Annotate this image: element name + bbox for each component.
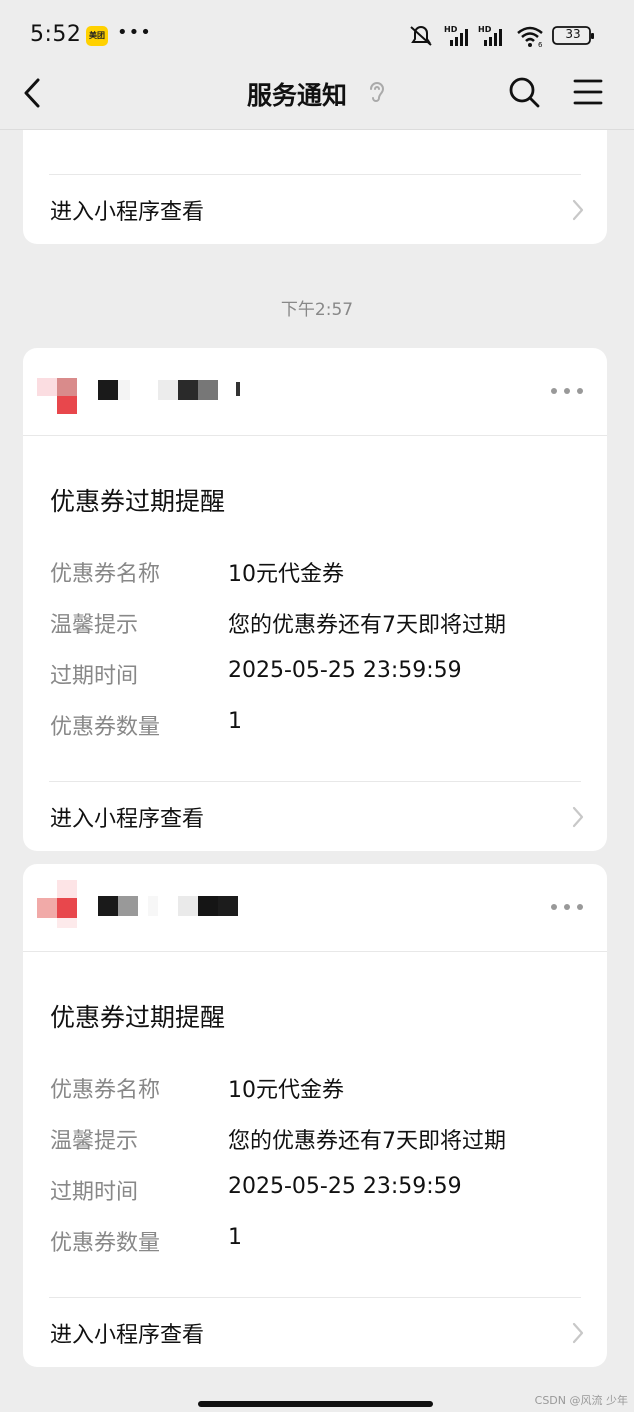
field-row: 优惠券数量 1 — [50, 709, 590, 760]
field-value: 您的优惠券还有7天即将过期 — [228, 1129, 506, 1154]
field-row: 过期时间 2025-05-25 23:59:59 — [50, 658, 590, 709]
sender-name[interactable] — [98, 380, 278, 400]
nav-bar: 服务通知 — [0, 62, 634, 130]
notice-card: 优惠券过期提醒 优惠券名称 10元代金券 温馨提示 您的优惠券还有7天即将过期 … — [23, 864, 607, 1367]
field-value: 2025-05-25 23:59:59 — [228, 658, 462, 683]
notice-fields: 优惠券名称 10元代金券 温馨提示 您的优惠券还有7天即将过期 过期时间 202… — [50, 556, 590, 760]
notice-card: 优惠券过期提醒 优惠券名称 10元代金券 温馨提示 您的优惠券还有7天即将过期 … — [23, 348, 607, 851]
chevron-right-icon — [572, 806, 584, 828]
field-label: 优惠券数量 — [50, 1231, 161, 1256]
field-row: 优惠券名称 10元代金券 — [50, 556, 590, 607]
screen: 5:52 美团 ••• HD HD 6 33 服务通知 进入小程序查看 下午2:… — [0, 0, 634, 1412]
meituan-app-icon: 美团 — [86, 26, 108, 46]
watermark: CSDN @风流 少年 — [534, 1394, 628, 1407]
signal-hd-1-icon: HD — [444, 25, 468, 46]
field-row: 过期时间 2025-05-25 23:59:59 — [50, 1174, 590, 1225]
status-bar: 5:52 美团 ••• HD HD 6 33 — [0, 0, 634, 62]
field-label: 过期时间 — [50, 664, 139, 689]
menu-icon[interactable] — [572, 76, 604, 108]
notice-fields: 优惠券名称 10元代金券 温馨提示 您的优惠券还有7天即将过期 过期时间 202… — [50, 1072, 590, 1276]
field-label: 优惠券名称 — [50, 562, 161, 587]
field-label: 温馨提示 — [50, 613, 139, 638]
field-row: 温馨提示 您的优惠券还有7天即将过期 — [50, 1123, 590, 1174]
svg-text:HD: HD — [444, 25, 458, 34]
notice-title: 优惠券过期提醒 — [50, 487, 226, 516]
avatar[interactable] — [37, 880, 97, 930]
signal-hd-2-icon: HD — [478, 25, 502, 46]
more-options-button[interactable] — [551, 894, 583, 918]
field-label: 过期时间 — [50, 1180, 139, 1205]
card-header — [23, 864, 607, 952]
notice-title: 优惠券过期提醒 — [50, 1003, 226, 1032]
status-time: 5:52 — [30, 22, 82, 47]
svg-text:HD: HD — [478, 25, 492, 34]
page-title-text: 服务通知 — [246, 81, 347, 110]
svg-text:6: 6 — [538, 41, 543, 48]
mute-icon — [410, 26, 432, 46]
field-label: 温馨提示 — [50, 1129, 139, 1154]
field-label: 优惠券名称 — [50, 1078, 161, 1103]
field-value: 10元代金券 — [228, 1078, 344, 1103]
status-more-dots: ••• — [117, 22, 152, 43]
field-value: 10元代金券 — [228, 562, 344, 587]
chevron-right-icon — [572, 199, 584, 221]
sender-name[interactable] — [98, 896, 278, 916]
enter-miniprogram-label: 进入小程序查看 — [50, 200, 205, 225]
field-value: 1 — [228, 1225, 242, 1250]
field-value: 您的优惠券还有7天即将过期 — [228, 613, 506, 638]
message-timestamp: 下午2:57 — [280, 300, 354, 320]
avatar[interactable] — [37, 378, 97, 414]
enter-miniprogram-label: 进入小程序查看 — [50, 807, 205, 832]
field-label: 优惠券数量 — [50, 715, 161, 740]
field-value: 1 — [228, 709, 242, 734]
card-header — [23, 348, 607, 436]
field-row: 温馨提示 您的优惠券还有7天即将过期 — [50, 607, 590, 658]
field-row: 优惠券数量 1 — [50, 1225, 590, 1276]
field-row: 优惠券名称 10元代金券 — [50, 1072, 590, 1123]
enter-miniprogram-row[interactable]: 进入小程序查看 — [23, 781, 607, 851]
wifi-icon: 6 — [517, 26, 543, 48]
ear-icon[interactable] — [366, 79, 386, 105]
search-icon[interactable] — [506, 74, 542, 110]
message-card-partial: 进入小程序查看 — [23, 110, 607, 244]
more-options-button[interactable] — [551, 378, 583, 402]
battery-level: 33 — [565, 27, 581, 41]
home-indicator[interactable] — [198, 1401, 433, 1407]
chevron-right-icon — [572, 1322, 584, 1344]
enter-miniprogram-row[interactable]: 进入小程序查看 — [23, 174, 607, 244]
field-value: 2025-05-25 23:59:59 — [228, 1174, 462, 1199]
enter-miniprogram-label: 进入小程序查看 — [50, 1323, 205, 1348]
enter-miniprogram-row[interactable]: 进入小程序查看 — [23, 1297, 607, 1367]
